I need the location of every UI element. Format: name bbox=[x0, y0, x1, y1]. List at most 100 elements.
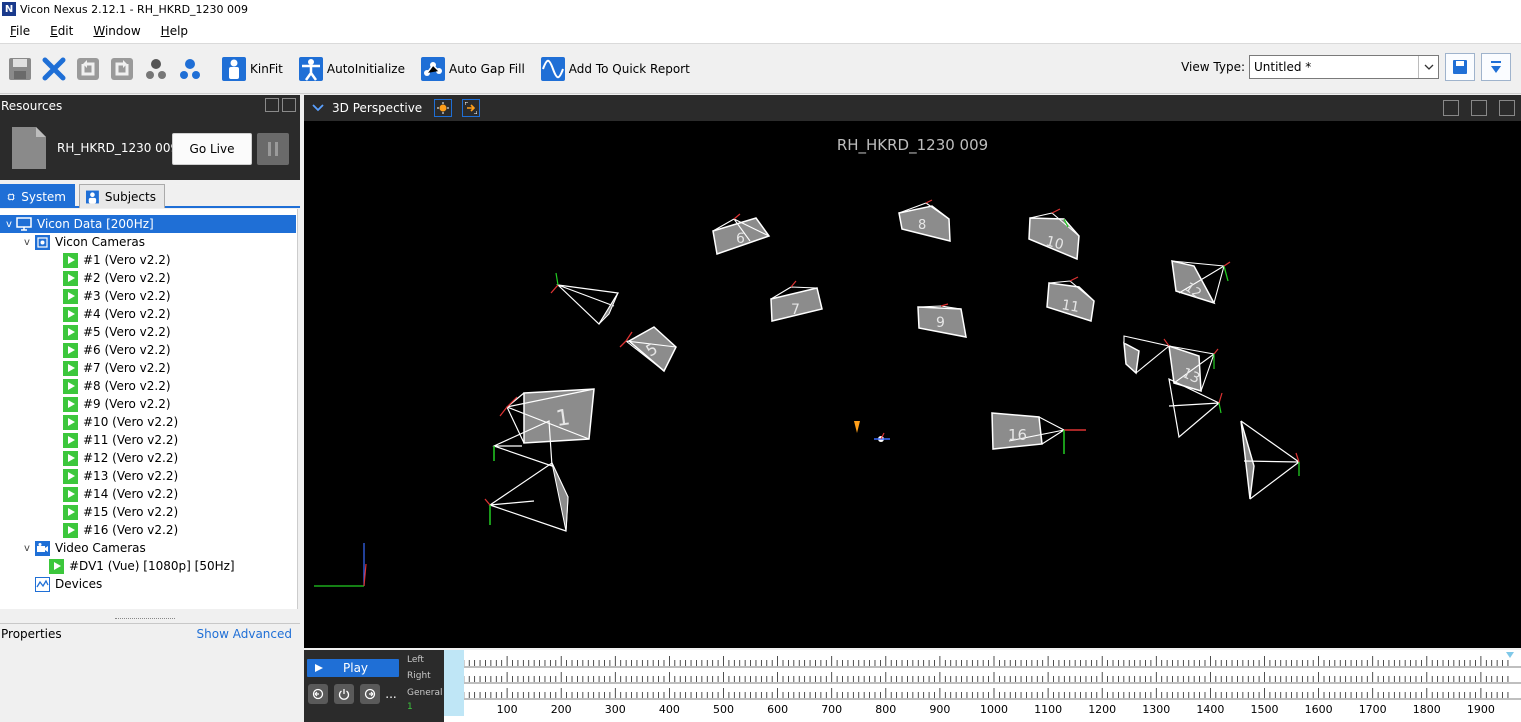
camera-label-6: 6 bbox=[736, 231, 745, 247]
camera-14[interactable] bbox=[1123, 335, 1170, 375]
pause-button[interactable] bbox=[257, 133, 289, 165]
forward-icon bbox=[364, 688, 376, 700]
menu-help[interactable]: Help bbox=[151, 24, 198, 38]
reconstruct-button[interactable] bbox=[142, 53, 170, 85]
view-type-select[interactable]: Untitled * bbox=[1249, 55, 1439, 79]
float-panel-icon[interactable] bbox=[265, 98, 279, 112]
collapse-chevron-icon[interactable]: v bbox=[2, 219, 16, 230]
tree-item-camera[interactable]: #2 (Vero v2.2) bbox=[62, 269, 171, 287]
kinfit-button[interactable]: KinFit bbox=[220, 53, 291, 85]
camera-12[interactable]: 12 bbox=[1171, 260, 1231, 305]
autoinitialize-button[interactable]: AutoInitialize bbox=[297, 53, 413, 85]
timeline-ruler[interactable]: 0100200300400500600700800900100011001200… bbox=[444, 650, 1521, 722]
camera-label-11: 11 bbox=[1060, 297, 1080, 316]
3d-scene[interactable]: 1 5 6 7 8 9 10 11 12 13 16 bbox=[304, 121, 1521, 648]
timeline-tick-label: 900 bbox=[929, 703, 950, 716]
window-title: Vicon Nexus 2.12.1 - RH_HKRD_1230 009 bbox=[20, 2, 249, 16]
camera-1[interactable]: 1 bbox=[499, 388, 595, 444]
camera-3[interactable] bbox=[484, 462, 569, 532]
close-trial-button[interactable] bbox=[40, 53, 68, 85]
step-back-button[interactable] bbox=[308, 684, 328, 704]
menu-file[interactable]: File bbox=[0, 24, 40, 38]
save-view-icon bbox=[1453, 60, 1467, 74]
save-button[interactable] bbox=[6, 53, 34, 85]
camera-5[interactable]: 5 bbox=[619, 326, 677, 373]
camera-10[interactable]: 10 bbox=[1028, 208, 1080, 261]
camera-grid-icon bbox=[34, 234, 50, 250]
play-status-icon bbox=[62, 288, 78, 304]
power-loop-button[interactable] bbox=[334, 684, 354, 704]
show-advanced-link[interactable]: Show Advanced bbox=[197, 627, 292, 641]
timeline-tick-label: 200 bbox=[551, 703, 572, 716]
view-menu-chevron-icon[interactable] bbox=[312, 101, 324, 115]
play-status-icon bbox=[62, 450, 78, 466]
tree-item-camera[interactable]: #9 (Vero v2.2) bbox=[62, 395, 171, 413]
tree-item-camera[interactable]: #10 (Vero v2.2) bbox=[62, 413, 178, 431]
tree-item-camera[interactable]: #11 (Vero v2.2) bbox=[62, 431, 178, 449]
tree-item-video-cameras[interactable]: v Video Cameras bbox=[20, 539, 146, 557]
tree-item-camera[interactable]: #13 (Vero v2.2) bbox=[62, 467, 178, 485]
tree-item-label: Devices bbox=[55, 577, 103, 591]
restore-panel-icon[interactable] bbox=[282, 98, 296, 112]
menu-help-rest: elp bbox=[169, 23, 189, 38]
tree-item-camera[interactable]: #4 (Vero v2.2) bbox=[62, 305, 171, 323]
tree-item-vicon-cameras[interactable]: v Vicon Cameras bbox=[20, 233, 145, 251]
tree-item-camera[interactable]: #7 (Vero v2.2) bbox=[62, 359, 171, 377]
split-vertical-icon[interactable] bbox=[1471, 100, 1487, 116]
tree-item-dv1[interactable]: #DV1 (Vue) [1080p] [50Hz] bbox=[48, 557, 235, 575]
undo-button[interactable] bbox=[74, 53, 102, 85]
camera-13[interactable]: 13 bbox=[1168, 344, 1219, 393]
rewind-icon bbox=[312, 688, 324, 700]
camera-4[interactable] bbox=[550, 272, 619, 325]
view-snap-button[interactable] bbox=[434, 99, 453, 117]
menu-file-rest: ile bbox=[16, 23, 31, 38]
camera-9[interactable]: 9 bbox=[917, 303, 967, 338]
save-view-button[interactable] bbox=[1445, 53, 1475, 81]
tree-item-camera[interactable]: #15 (Vero v2.2) bbox=[62, 503, 178, 521]
camera-17[interactable] bbox=[1240, 420, 1300, 500]
green-play-icon bbox=[62, 342, 78, 358]
tree-item-vicon-data[interactable]: v Vicon Data [200Hz] bbox=[0, 215, 296, 233]
tree-item-devices[interactable]: Devices bbox=[34, 575, 102, 593]
tree-item-camera[interactable]: #3 (Vero v2.2) bbox=[62, 287, 171, 305]
tree-item-camera[interactable]: #1 (Vero v2.2) bbox=[62, 251, 171, 269]
tree-item-camera[interactable]: #14 (Vero v2.2) bbox=[62, 485, 178, 503]
subject-markers[interactable] bbox=[854, 421, 890, 442]
tree-item-camera[interactable]: #6 (Vero v2.2) bbox=[62, 341, 171, 359]
close-view-icon[interactable] bbox=[1499, 100, 1515, 116]
camera-7[interactable]: 7 bbox=[770, 280, 823, 322]
step-forward-button[interactable] bbox=[360, 684, 380, 704]
go-live-button[interactable]: Go Live bbox=[172, 133, 252, 165]
tree-item-camera[interactable]: #16 (Vero v2.2) bbox=[62, 521, 178, 539]
collapse-chevron-icon[interactable]: v bbox=[20, 237, 34, 248]
play-status-icon bbox=[62, 414, 78, 430]
play-button[interactable]: Play bbox=[307, 659, 399, 677]
view-options-button[interactable] bbox=[1481, 53, 1511, 81]
camera-11[interactable]: 11 bbox=[1046, 276, 1095, 322]
collapse-chevron-icon[interactable]: v bbox=[20, 543, 34, 554]
camera-8[interactable]: 8 bbox=[898, 199, 951, 242]
label-markers-button[interactable] bbox=[176, 53, 204, 85]
tab-system[interactable]: System bbox=[0, 184, 75, 208]
view-follow-button[interactable] bbox=[462, 99, 481, 117]
menu-window[interactable]: Window bbox=[83, 24, 150, 38]
camera-6[interactable]: 6 bbox=[712, 213, 771, 255]
panel-splitter[interactable] bbox=[115, 618, 175, 621]
time-bar: Play ... Left Right General 1 0100200300… bbox=[304, 650, 1521, 722]
autoinitialize-label: AutoInitialize bbox=[326, 62, 405, 76]
camera-16[interactable]: 16 bbox=[991, 412, 1086, 454]
redo-button[interactable] bbox=[108, 53, 136, 85]
auto-gap-fill-button[interactable]: Auto Gap Fill bbox=[419, 53, 533, 85]
more-options-button[interactable]: ... bbox=[384, 684, 398, 704]
timeline-start-handle[interactable] bbox=[444, 650, 464, 716]
menu-edit[interactable]: Edit bbox=[40, 24, 83, 38]
tab-subjects[interactable]: Subjects bbox=[79, 184, 165, 208]
tree-item-label: #15 (Vero v2.2) bbox=[83, 505, 179, 519]
tree-item-camera[interactable]: #8 (Vero v2.2) bbox=[62, 377, 171, 395]
tree-item-camera[interactable]: #5 (Vero v2.2) bbox=[62, 323, 171, 341]
timeline-end-marker[interactable] bbox=[1506, 652, 1514, 658]
split-horizontal-icon[interactable] bbox=[1443, 100, 1459, 116]
trial-name: RH_HKRD_1230 009 bbox=[57, 141, 179, 155]
tree-item-camera[interactable]: #12 (Vero v2.2) bbox=[62, 449, 178, 467]
add-to-quick-report-button[interactable]: Add To Quick Report bbox=[539, 53, 698, 85]
